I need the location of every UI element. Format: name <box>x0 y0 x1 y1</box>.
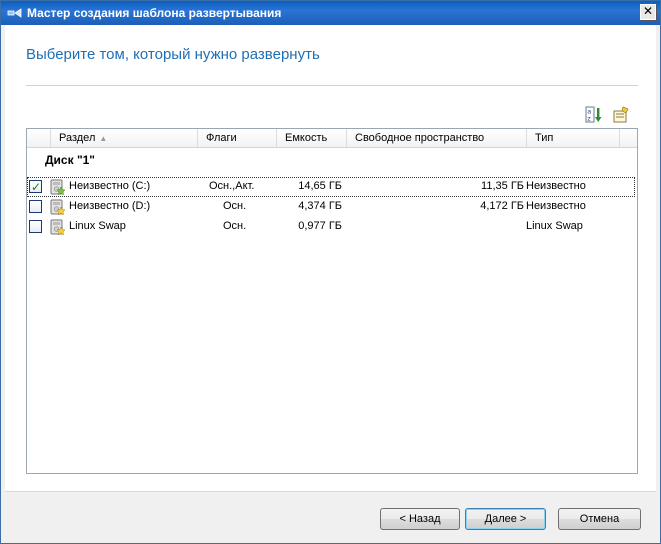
table-row[interactable]: Неизвестно (D:) Осн. 4,374 ГБ 4,172 ГБ Н… <box>27 197 635 217</box>
close-icon: ✕ <box>642 4 654 18</box>
table-row[interactable]: Linux Swap Осн. 0,977 ГБ Linux Swap <box>27 217 635 237</box>
row-checkbox[interactable] <box>29 220 42 233</box>
back-button[interactable]: < Назад <box>380 508 460 530</box>
column-header-checkbox[interactable] <box>27 129 51 147</box>
partition-free-space: 4,172 ГБ <box>480 200 524 212</box>
next-button[interactable]: Далее > <box>465 508 546 530</box>
partition-icon <box>50 199 66 216</box>
partition-flags: Осн. <box>223 220 247 232</box>
partition-type: Неизвестно <box>526 180 586 192</box>
partition-icon <box>50 219 66 236</box>
partition-flags: Осн.,Акт. <box>209 180 255 192</box>
column-header-partition[interactable]: Раздел ▲ <box>51 129 198 147</box>
partition-capacity: 4,374 ГБ <box>298 200 342 212</box>
wizard-app-icon <box>7 8 22 18</box>
wizard-window: Мастер создания шаблона развертывания ✕ … <box>0 0 661 544</box>
sort-az-icon[interactable]: a z <box>585 106 603 124</box>
row-checkbox[interactable] <box>29 200 42 213</box>
window-title: Мастер создания шаблона развертывания <box>27 6 282 20</box>
properties-icon[interactable] <box>612 106 630 124</box>
partition-name: Linux Swap <box>69 220 126 232</box>
column-header-type[interactable]: Тип <box>527 129 620 147</box>
header-divider <box>26 85 638 86</box>
column-header-flags[interactable]: Флаги <box>198 129 277 147</box>
svg-text:z: z <box>587 115 591 123</box>
title-bar[interactable]: Мастер создания шаблона развертывания ✕ <box>1 1 660 25</box>
sort-ascending-icon: ▲ <box>99 134 108 143</box>
page-title: Выберите том, который нужно развернуть <box>26 46 320 63</box>
partition-capacity: 14,65 ГБ <box>298 180 342 192</box>
table-row[interactable]: ✓ Неизвестно (C:) Осн.,Акт. 14,65 ГБ 11,… <box>27 177 635 197</box>
column-header-capacity[interactable]: Емкость <box>277 129 347 147</box>
wizard-content: Выберите том, который нужно развернуть a… <box>5 25 656 491</box>
checkmark-icon: ✓ <box>31 180 42 194</box>
partition-name: Неизвестно (C:) <box>69 180 151 192</box>
partition-table: Раздел ▲ Флаги Емкость Свободное простран… <box>26 128 638 474</box>
partition-type: Неизвестно <box>526 200 586 212</box>
column-header-free-space[interactable]: Свободное пространство <box>347 129 527 147</box>
disk-group-label: Диск "1" <box>45 153 95 167</box>
partition-capacity: 0,977 ГБ <box>298 220 342 232</box>
partition-flags: Осн. <box>223 200 247 212</box>
partition-icon <box>50 179 66 196</box>
partition-name: Неизвестно (D:) <box>69 200 151 212</box>
cancel-button[interactable]: Отмена <box>558 508 641 530</box>
partition-free-space: 11,35 ГБ <box>481 180 524 192</box>
close-button[interactable]: ✕ <box>640 4 656 20</box>
table-header: Раздел ▲ Флаги Емкость Свободное простран… <box>27 129 637 148</box>
partition-type: Linux Swap <box>526 220 583 232</box>
footer-divider <box>5 491 656 492</box>
row-checkbox[interactable]: ✓ <box>29 180 42 194</box>
